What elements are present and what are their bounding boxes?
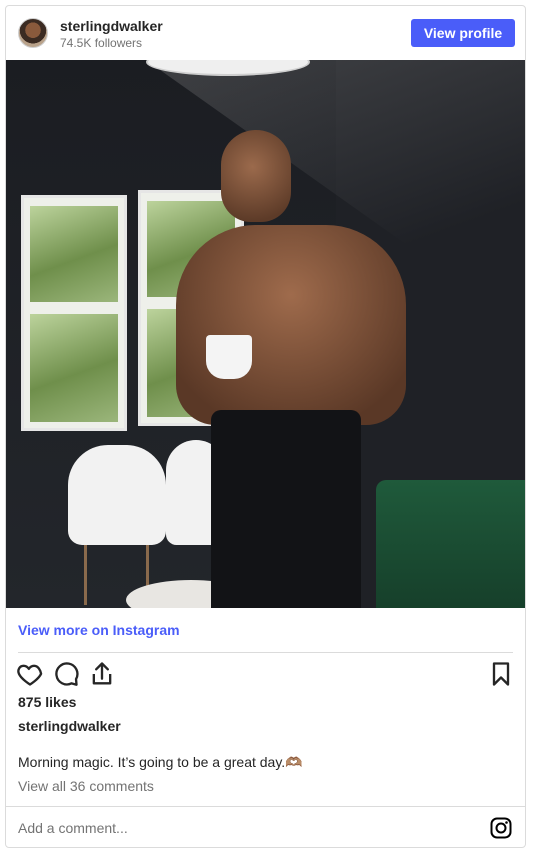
view-profile-button[interactable]: View profile [411, 19, 515, 47]
person [176, 130, 406, 608]
view-comments-link[interactable]: View all 36 comments [18, 778, 154, 794]
username[interactable]: sterlingdwalker [60, 18, 163, 34]
action-bar [6, 660, 525, 694]
view-more-link[interactable]: View more on Instagram [18, 622, 180, 638]
caption-text: Morning magic. It’s going to be a great … [18, 754, 303, 770]
instagram-embed-card: sterlingdwalker 74.5K followers View pro… [5, 5, 526, 848]
bookmark-icon[interactable] [487, 660, 515, 688]
divider [6, 806, 525, 807]
post-header: sterlingdwalker 74.5K followers View pro… [6, 6, 525, 60]
share-icon[interactable] [88, 660, 116, 688]
coffee-mug [206, 335, 252, 379]
like-count[interactable]: 875 likes [18, 694, 76, 710]
person-torso [176, 225, 406, 425]
person-shorts [211, 410, 361, 608]
post-image[interactable] [6, 60, 525, 608]
avatar[interactable] [18, 18, 48, 48]
window-left [21, 195, 127, 431]
person-head [221, 130, 291, 222]
divider [18, 652, 513, 653]
caption-author[interactable]: sterlingdwalker [18, 718, 121, 734]
chair [68, 445, 166, 545]
follower-count: 74.5K followers [60, 36, 143, 50]
heart-icon[interactable] [16, 660, 44, 688]
comment-icon[interactable] [52, 660, 80, 688]
add-comment-input[interactable]: Add a comment... [18, 820, 128, 836]
instagram-icon[interactable] [489, 816, 513, 840]
